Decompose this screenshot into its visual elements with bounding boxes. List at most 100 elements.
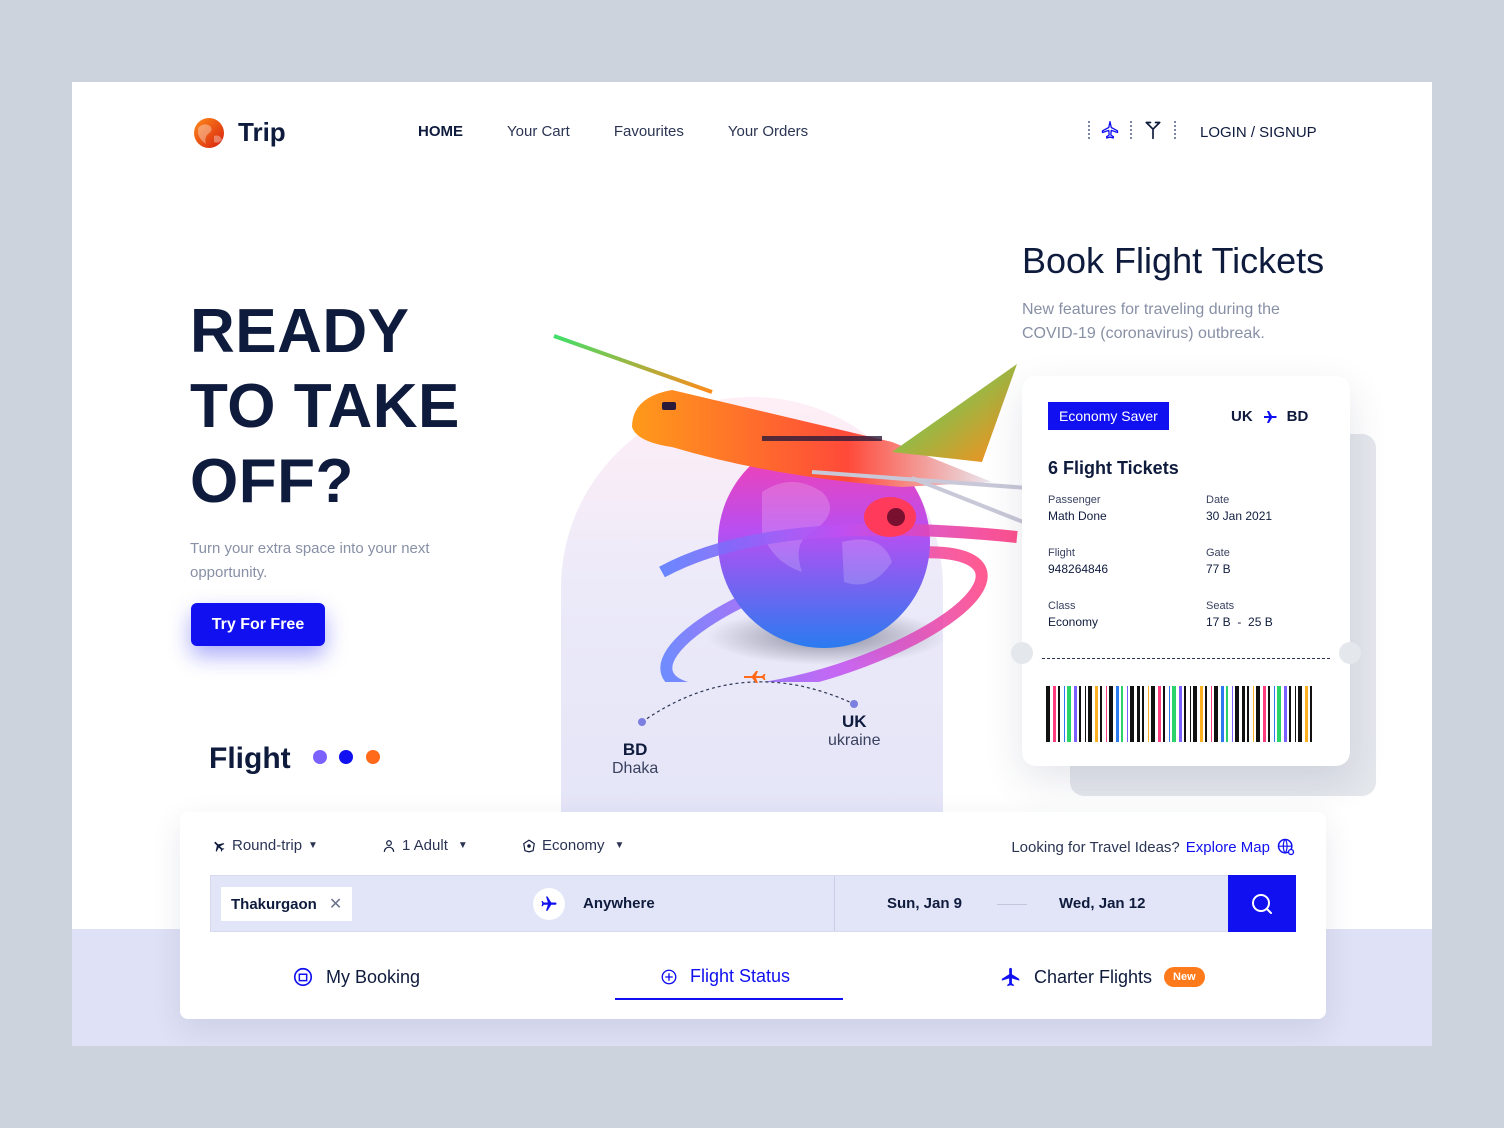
barcode-bar xyxy=(1232,686,1233,742)
origin-code: BD xyxy=(622,740,648,759)
seats-label: Seats xyxy=(1206,600,1235,612)
barcode-bar xyxy=(1169,686,1170,742)
nav-home[interactable]: HOME xyxy=(418,123,463,140)
barcode-bar xyxy=(1284,686,1287,742)
flight-ticket-card[interactable]: Economy Saver UK BD 6 Flight Tickets Pas… xyxy=(1011,376,1361,766)
barcode-bar xyxy=(1148,686,1149,742)
barcode-bar xyxy=(1226,686,1228,742)
new-badge: New xyxy=(1164,967,1205,987)
nav-your-cart[interactable]: Your Cart xyxy=(507,123,570,140)
airplane-icon xyxy=(214,841,225,852)
date-label: Date xyxy=(1206,494,1230,506)
return-date-field[interactable]: Wed, Jan 12 xyxy=(1059,895,1145,912)
barcode-bar xyxy=(1067,686,1071,742)
barcode-bar xyxy=(1184,686,1186,742)
barcode-bar xyxy=(1106,686,1107,742)
barcode-bar xyxy=(1298,686,1302,742)
barcode-bar xyxy=(1253,686,1254,742)
barcode-bar xyxy=(1046,686,1050,742)
gate-label: Gate xyxy=(1206,547,1230,559)
class-field: Class Economy xyxy=(1048,600,1098,629)
hero-title-line: READY xyxy=(190,297,410,366)
barcode-bar xyxy=(1310,686,1312,742)
carousel-dot[interactable] xyxy=(365,749,380,764)
cabin-class-value: Economy xyxy=(542,837,605,854)
caret-down-icon: ▼ xyxy=(614,840,625,851)
barcode-bar xyxy=(1277,686,1281,742)
search-icon xyxy=(1252,893,1272,914)
logo[interactable]: Trip xyxy=(190,114,286,150)
barcode-bar xyxy=(1058,686,1060,742)
seats-value: 17 B - 25 B xyxy=(1206,615,1273,629)
origin-name: Dhaka xyxy=(612,760,659,777)
class-value: Economy xyxy=(1048,615,1099,629)
barcode-bar xyxy=(1274,686,1275,742)
barcode-bar xyxy=(1172,686,1176,742)
barcode-bar xyxy=(1085,686,1086,742)
nav-your-orders[interactable]: Your Orders xyxy=(728,123,808,140)
brand-name: Trip xyxy=(238,116,286,147)
tab-charter-flights[interactable]: Charter Flights New xyxy=(1000,966,1205,988)
barcode-bar xyxy=(1221,686,1224,742)
barcode-bar xyxy=(1127,686,1128,742)
origin-chip[interactable]: Thakurgaon ✕ xyxy=(221,887,353,921)
travel-ideas: Looking for Travel Ideas? Explore Map xyxy=(1011,837,1296,857)
flight-label-text: Flight xyxy=(209,742,291,775)
route-split-icon[interactable] xyxy=(1142,120,1164,140)
barcode-bar xyxy=(1190,686,1191,742)
divider xyxy=(1130,121,1132,139)
ticket-notch xyxy=(1011,642,1033,664)
hero-title-line: OFF? xyxy=(190,447,354,516)
barcode-bar xyxy=(1242,686,1245,742)
tab-flight-status[interactable]: Flight Status xyxy=(660,966,790,987)
barcode-bar xyxy=(1121,686,1123,742)
airplane-icon[interactable] xyxy=(1100,120,1120,140)
barcode-bar xyxy=(1193,686,1197,742)
ticket-to: BD xyxy=(1286,408,1309,425)
swap-route-button[interactable] xyxy=(533,888,565,920)
explore-map-link[interactable]: Explore Map xyxy=(1186,839,1270,856)
origin-city: BD Dhaka xyxy=(612,740,658,778)
barcode-bar xyxy=(1095,686,1098,742)
carousel-dot[interactable] xyxy=(312,749,327,764)
carousel-dot[interactable] xyxy=(339,749,354,764)
barcode-bar xyxy=(1179,686,1182,742)
depart-date-field[interactable]: Sun, Jan 9 xyxy=(887,895,962,912)
ticket-notch xyxy=(1339,642,1361,664)
try-for-free-button[interactable]: Try For Free xyxy=(191,603,325,646)
barcode-bar xyxy=(1263,686,1266,742)
tab-charter-flights-label: Charter Flights xyxy=(1034,966,1153,987)
globe-logo-icon xyxy=(194,118,224,148)
globe-search-icon[interactable] xyxy=(1276,837,1296,857)
barcode-bar xyxy=(1247,686,1249,742)
class-label: Class xyxy=(1048,600,1076,612)
caret-down-icon: ▼ xyxy=(308,840,318,851)
barcode-bar xyxy=(1100,686,1102,742)
seats-field: Seats 17 B - 25 B xyxy=(1206,600,1273,629)
airplane-icon xyxy=(1001,967,1020,987)
passengers-select[interactable]: 1 Adult ▼ xyxy=(382,837,468,854)
barcode-bar xyxy=(1074,686,1077,742)
hero-subtitle: Turn your extra space into your next opp… xyxy=(190,540,430,581)
nav-favourites[interactable]: Favourites xyxy=(614,123,684,140)
tab-my-booking[interactable]: My Booking xyxy=(292,966,420,988)
carousel-dots xyxy=(305,749,380,769)
cabin-class-select[interactable]: Economy ▼ xyxy=(522,837,624,854)
barcode-bar xyxy=(1079,686,1081,742)
search-bar: Thakurgaon ✕ Anywhere Sun, Jan 9 Wed, Ja… xyxy=(210,875,1296,932)
barcode-bar xyxy=(1256,686,1260,742)
destination-input[interactable]: Anywhere xyxy=(583,895,655,912)
search-button[interactable] xyxy=(1228,875,1296,932)
barcode-bar xyxy=(1305,686,1308,742)
close-icon[interactable]: ✕ xyxy=(329,894,342,914)
fare-badge: Economy Saver xyxy=(1048,402,1169,430)
barcode xyxy=(1046,686,1312,742)
barcode-bar xyxy=(1211,686,1212,742)
gate-field: Gate 77 B xyxy=(1206,547,1231,576)
barcode-bar xyxy=(1109,686,1113,742)
booking-icon xyxy=(293,967,313,987)
destination-city: UK ukraine xyxy=(828,712,880,750)
barcode-bar xyxy=(1200,686,1203,742)
login-signup-link[interactable]: LOGIN / SIGNUP xyxy=(1200,124,1317,141)
trip-type-select[interactable]: Round-trip ▼ xyxy=(212,837,318,854)
